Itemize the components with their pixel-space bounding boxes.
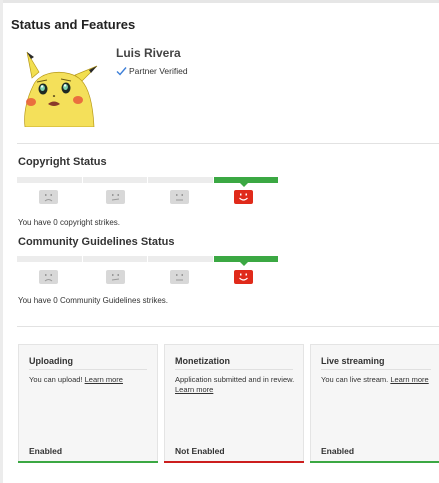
learn-more-link[interactable]: Learn more: [85, 375, 123, 384]
verified-label: Partner Verified: [129, 66, 188, 76]
strike-segment: [148, 177, 213, 183]
feature-title: Monetization: [175, 356, 230, 366]
neutral-face-icon: [106, 270, 125, 284]
happy-face-icon: [234, 190, 253, 204]
current-level-marker: [240, 262, 248, 266]
divider: [175, 369, 293, 370]
divider: [17, 326, 439, 327]
strike-segment: [17, 256, 82, 262]
learn-more-link[interactable]: Learn more: [175, 385, 213, 394]
feature-description: You can upload! Learn more: [29, 375, 123, 384]
divider: [29, 369, 147, 370]
copyright-strike-info: You have 0 copyright strikes.: [18, 218, 120, 227]
copyright-strike-meter: [17, 177, 278, 183]
divider: [321, 369, 431, 370]
strike-segment: [82, 177, 147, 183]
community-strike-meter: [17, 256, 278, 262]
neutral-face-icon: [106, 190, 125, 204]
page-title: Status and Features: [11, 17, 136, 32]
feature-card-monetization[interactable]: Monetization Application submitted and i…: [164, 344, 304, 463]
feature-card-live-streaming[interactable]: Live streaming You can live stream. Lear…: [310, 344, 439, 463]
status-bar-enabled: [18, 461, 158, 463]
status-bar-disabled: [164, 461, 304, 463]
neutral-face-icon: [170, 270, 189, 284]
status-bar-enabled: [310, 461, 439, 463]
checkmark-icon: [116, 67, 127, 76]
community-strike-info: You have 0 Community Guidelines strikes.: [18, 296, 168, 305]
feature-description: Application submitted and in review. Lea…: [175, 375, 295, 394]
strike-segment: [17, 177, 82, 183]
neutral-face-icon: [170, 190, 189, 204]
copyright-status-title: Copyright Status: [18, 156, 107, 168]
feature-card-uploading[interactable]: Uploading You can upload! Learn more Ena…: [18, 344, 158, 463]
feature-title: Live streaming: [321, 356, 385, 366]
feature-title: Uploading: [29, 356, 73, 366]
feature-status: Not Enabled: [175, 446, 225, 456]
strike-segment: [148, 256, 213, 262]
sad-face-icon: [39, 270, 58, 284]
learn-more-link[interactable]: Learn more: [390, 375, 428, 384]
feature-status: Enabled: [29, 446, 63, 456]
community-status-title: Community Guidelines Status: [18, 236, 175, 248]
feature-description: You can live stream. Learn more: [321, 375, 429, 384]
window-left-border: [0, 0, 3, 483]
sad-face-icon: [39, 190, 58, 204]
window-top-border: [0, 0, 439, 3]
current-level-marker: [240, 183, 248, 187]
divider: [17, 143, 439, 144]
verified-badge: Partner Verified: [116, 66, 188, 76]
strike-segment: [82, 256, 147, 262]
pikachu-avatar-icon: [21, 44, 98, 128]
feature-status: Enabled: [321, 446, 355, 456]
user-name: Luis Rivera: [116, 46, 181, 60]
happy-face-icon: [234, 270, 253, 284]
